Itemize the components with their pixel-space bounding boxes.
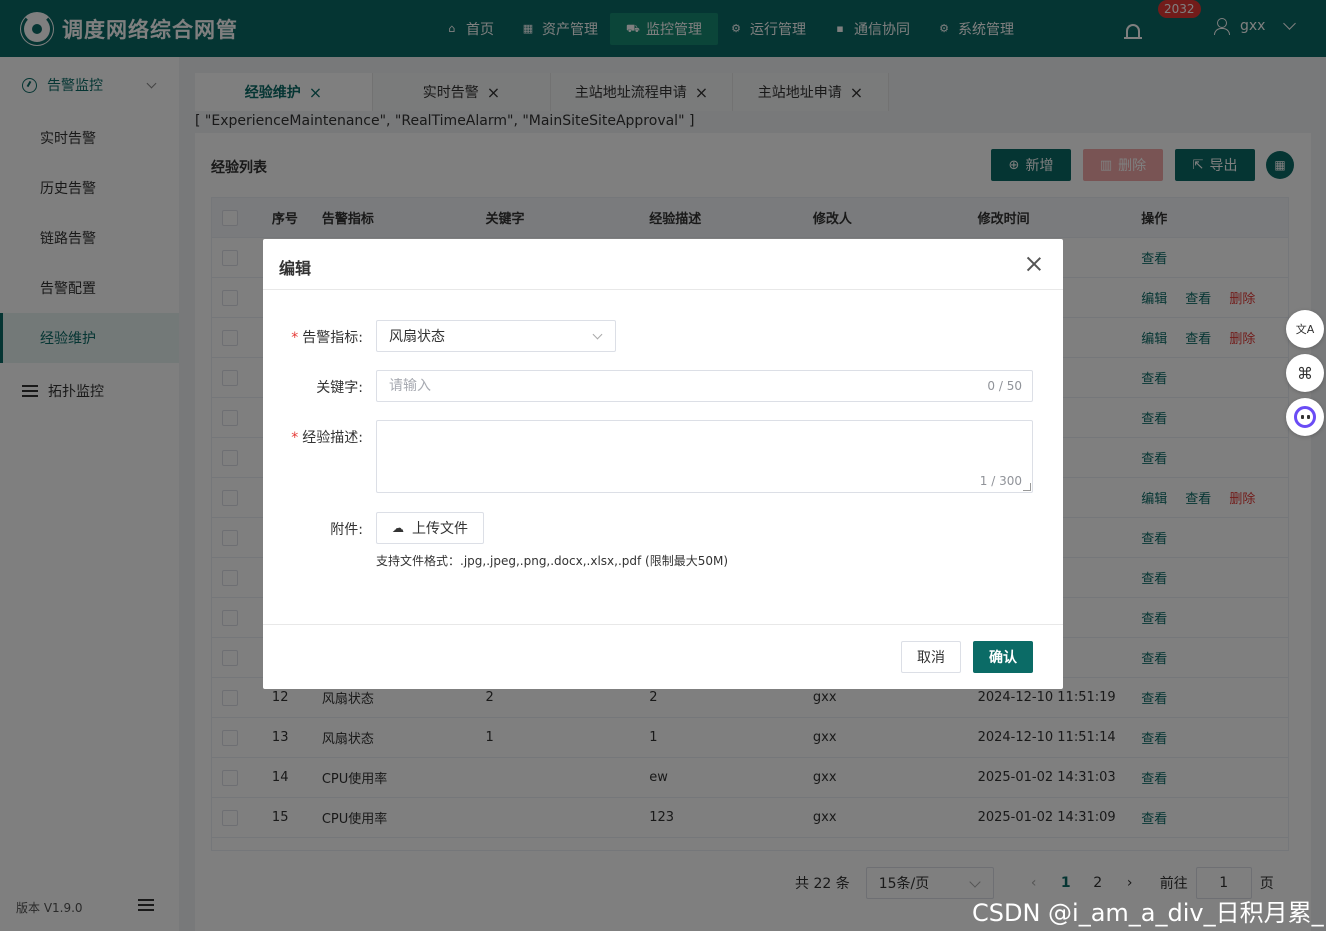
dialog-divider: [263, 289, 1063, 290]
keyword-counter: 0 / 50: [987, 379, 1022, 393]
csdn-watermark: CSDN @i_am_a_div_日积月累_: [972, 899, 1324, 927]
upload-button-label: 上传文件: [412, 521, 468, 537]
desc-counter: 1 / 300: [979, 474, 1022, 488]
desc-label: * 经验描述:: [291, 430, 363, 446]
desc-field[interactable]: 1 / 300: [376, 420, 1033, 493]
keyword-label: 关键字:: [316, 380, 363, 396]
cloud-upload-icon: ☁: [392, 521, 404, 535]
keyword-input[interactable]: [389, 378, 949, 394]
upload-hint: 支持文件格式：.jpg,.jpeg,.png,.docx,.xlsx,.pdf …: [376, 554, 729, 568]
chevron-down-icon: [592, 329, 603, 340]
keyword-field[interactable]: 0 / 50: [376, 370, 1033, 402]
metric-label: * 告警指标:: [291, 330, 363, 346]
metric-select-value: 风扇状态: [389, 329, 445, 345]
edit-dialog: 编辑 *告警指标: 风扇状态 关键字: 0 / 50 *经验描述: 1 / 30…: [263, 239, 1063, 689]
close-icon[interactable]: [1025, 255, 1043, 273]
desc-textarea[interactable]: [377, 421, 1017, 471]
assistant-icon[interactable]: [1286, 398, 1324, 436]
dialog-footer-divider: [263, 624, 1063, 625]
metric-select[interactable]: 风扇状态: [376, 320, 616, 352]
apps-icon[interactable]: ⌘: [1286, 354, 1324, 392]
upload-button[interactable]: ☁ 上传文件: [376, 512, 484, 544]
cancel-button[interactable]: 取消: [901, 641, 961, 673]
dialog-title: 编辑: [279, 259, 312, 278]
resize-handle-icon[interactable]: [1023, 483, 1031, 491]
confirm-button[interactable]: 确认: [973, 641, 1033, 673]
translate-icon[interactable]: 文A: [1286, 310, 1324, 348]
attachment-label: 附件:: [330, 522, 363, 538]
